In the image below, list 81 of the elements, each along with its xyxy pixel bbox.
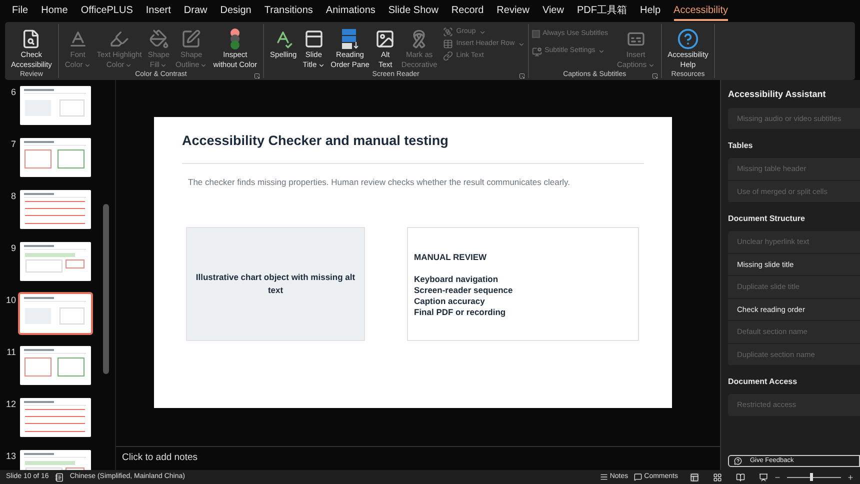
link-icon bbox=[443, 51, 454, 61]
caret-icon bbox=[125, 62, 132, 68]
caret-icon bbox=[478, 28, 486, 36]
slide-thumbnail[interactable] bbox=[18, 344, 93, 387]
section-heading: Tables bbox=[728, 140, 754, 152]
dialog-launcher-icon[interactable] bbox=[254, 73, 260, 79]
slide-thumbnail[interactable] bbox=[18, 292, 93, 335]
slide-number: 13 bbox=[4, 450, 16, 463]
scrollbar[interactable] bbox=[103, 204, 109, 374]
review-heading: MANUAL REVIEW bbox=[414, 251, 488, 264]
slide-number: 8 bbox=[10, 190, 16, 203]
slide-number: 12 bbox=[4, 398, 16, 411]
section-heading: Document Structure bbox=[728, 213, 806, 225]
review-item: Keyboard navigation bbox=[414, 274, 500, 285]
review-item: Final PDF or recording bbox=[414, 306, 507, 318]
review-item: Screen-reader sequence bbox=[414, 284, 514, 296]
menu-tab[interactable]: Draw bbox=[184, 1, 208, 21]
caret-icon bbox=[518, 40, 525, 48]
menu-tab[interactable]: File bbox=[12, 1, 28, 21]
notes-field[interactable]: Click to add notes bbox=[122, 451, 198, 466]
menu-tab[interactable]: Review bbox=[496, 1, 530, 21]
table-icon bbox=[443, 39, 454, 49]
menu-tab[interactable]: Animations bbox=[326, 1, 376, 21]
color-circles-icon bbox=[228, 28, 242, 50]
caret-icon bbox=[200, 62, 208, 68]
notebook-icon[interactable] bbox=[54, 472, 64, 482]
caret-icon bbox=[598, 48, 606, 55]
slide-title: Accessibility Checker and manual testing bbox=[182, 132, 450, 150]
caret-icon bbox=[84, 62, 91, 68]
placeholder-caption: Illustrative chart object with missing alt text bbox=[194, 271, 356, 297]
reading-order-icon bbox=[340, 28, 360, 50]
screen-settings-icon bbox=[532, 46, 542, 56]
menu-tab[interactable]: PDF工具箱 bbox=[576, 1, 627, 21]
zoom-slider[interactable] bbox=[787, 473, 841, 481]
slide-number: 6 bbox=[10, 86, 16, 99]
slide-thumbnail[interactable] bbox=[18, 136, 93, 179]
pen-square-icon bbox=[181, 28, 202, 48]
menu-tab[interactable]: Design bbox=[220, 1, 252, 21]
menu-tab[interactable]: Slide Show bbox=[388, 1, 438, 21]
book-icon[interactable] bbox=[736, 472, 745, 482]
slide-number: 10 bbox=[4, 294, 16, 307]
feedback-icon bbox=[734, 457, 742, 465]
dialog-launcher-icon[interactable] bbox=[652, 73, 658, 79]
slide-preview-drawing bbox=[22, 400, 88, 434]
pane-title: Accessibility Assistant bbox=[728, 88, 827, 101]
menu-tab[interactable]: Transitions bbox=[264, 1, 313, 21]
slide-thumbnail[interactable] bbox=[18, 84, 93, 127]
paint-bucket-icon bbox=[148, 28, 169, 48]
slide-title-icon bbox=[304, 28, 324, 48]
help-icon bbox=[677, 28, 700, 50]
zoom-in-icon[interactable] bbox=[847, 474, 854, 480]
lines-icon bbox=[600, 473, 608, 481]
slide-number: 9 bbox=[10, 242, 16, 255]
document-search-icon bbox=[21, 28, 42, 48]
menu-tab[interactable]: Help bbox=[640, 1, 661, 21]
review-item: Caption accuracy bbox=[414, 296, 486, 307]
section-heading: Document Access bbox=[728, 376, 798, 388]
comment-icon bbox=[634, 473, 642, 481]
caret-icon bbox=[648, 62, 655, 68]
slide-number: 11 bbox=[6, 346, 16, 359]
group-icon bbox=[443, 27, 454, 37]
menu-tab[interactable]: Record bbox=[451, 1, 484, 21]
menu-tab[interactable]: Home bbox=[41, 1, 68, 21]
slide-subtitle: The checker finds missing properties. Human review checks whether the result communicates clearly. bbox=[187, 176, 572, 189]
menu-tab[interactable]: View bbox=[542, 1, 564, 21]
menu-tab[interactable]: Insert bbox=[146, 1, 171, 21]
caret-icon bbox=[160, 62, 168, 68]
slide-thumbnail[interactable] bbox=[18, 188, 93, 231]
slide-thumbnail[interactable] bbox=[18, 240, 93, 283]
image-icon bbox=[375, 28, 396, 48]
menu-tab[interactable]: OfficePLUS bbox=[80, 1, 133, 21]
highlighter-icon bbox=[109, 28, 130, 48]
caret-icon bbox=[318, 62, 325, 68]
slide-thumbnail[interactable] bbox=[18, 396, 93, 439]
slide-number: 7 bbox=[10, 138, 16, 151]
normal-view-icon[interactable] bbox=[690, 472, 699, 482]
grid-view-icon[interactable] bbox=[713, 472, 722, 482]
dialog-launcher-icon[interactable] bbox=[518, 73, 525, 79]
slide-preview-drawing bbox=[22, 192, 88, 226]
letter-underline-icon bbox=[68, 28, 88, 48]
presentation-icon[interactable] bbox=[759, 472, 768, 482]
